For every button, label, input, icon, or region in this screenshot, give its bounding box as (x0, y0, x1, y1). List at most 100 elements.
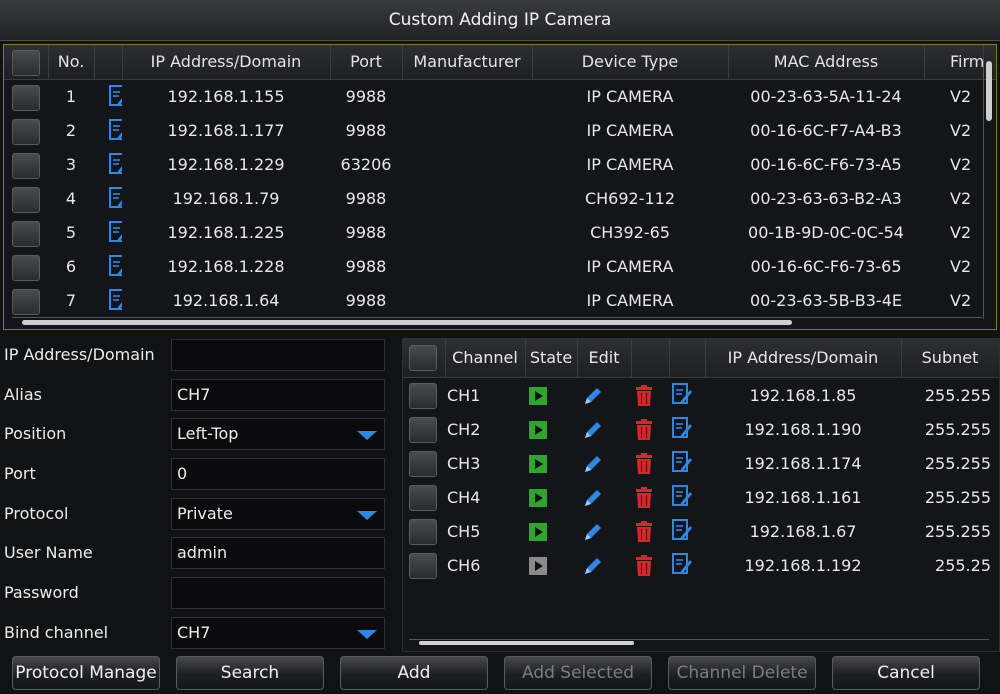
hscroll-thumb[interactable] (22, 320, 792, 325)
edit-note-icon[interactable] (671, 484, 693, 508)
device-row[interactable]: 6 192.168.1.228 9988 IP CAMERA 00-16-6C-F6-7… (4, 250, 996, 284)
device-table-hscroll[interactable] (12, 317, 982, 326)
device-row[interactable]: 3 192.168.1.229 63206 IP CAMERA 00-16-6C-F6-… (4, 148, 996, 182)
trash-icon[interactable] (635, 419, 653, 441)
row-checkbox[interactable] (12, 187, 40, 213)
row-device-type: IP CAMERA (586, 155, 674, 174)
channel-row-checkbox[interactable] (409, 383, 437, 409)
channel-header-edit[interactable]: Edit (577, 339, 632, 377)
row-checkbox[interactable] (12, 119, 40, 145)
pencil-icon[interactable] (582, 555, 604, 577)
channel-edit-cell (577, 549, 631, 583)
chevron-down-icon[interactable] (354, 425, 380, 445)
play-icon[interactable] (529, 421, 547, 439)
edit-note-icon[interactable] (108, 254, 122, 278)
pencil-icon[interactable] (582, 487, 604, 509)
port-input[interactable]: 0 (171, 458, 385, 490)
channel-table-hscroll[interactable] (409, 639, 989, 646)
channel-row[interactable]: CH6 192.168.1.192 255.25 (403, 549, 999, 583)
header-port[interactable]: Port (330, 45, 403, 79)
header-manufacturer[interactable]: Manufacturer (402, 45, 533, 79)
pencil-icon[interactable] (582, 385, 604, 407)
trash-icon[interactable] (635, 385, 653, 407)
edit-note-icon[interactable] (671, 382, 693, 406)
edit-note-icon[interactable] (108, 186, 122, 210)
header-no[interactable]: No. (48, 45, 95, 79)
edit-note-icon[interactable] (108, 84, 122, 108)
play-icon[interactable] (529, 455, 547, 473)
channel-row[interactable]: CH3 192.168.1.174 255.255 (403, 447, 999, 481)
channel-delete-button[interactable]: Channel Delete (668, 656, 816, 690)
channel-row[interactable]: CH2 192.168.1.190 255.255 (403, 413, 999, 447)
trash-icon[interactable] (635, 555, 653, 577)
edit-note-icon[interactable] (671, 416, 693, 440)
channel-row[interactable]: CH4 192.168.1.161 255.255 (403, 481, 999, 515)
pencil-icon[interactable] (582, 419, 604, 441)
trash-icon[interactable] (635, 453, 653, 475)
chevron-down-icon[interactable] (354, 505, 380, 525)
edit-note-icon[interactable] (108, 152, 122, 176)
channel-row[interactable]: CH1 192.168.1.85 255.255 (403, 379, 999, 413)
window-title-bar: Custom Adding IP Camera (0, 0, 1000, 41)
channel-select-all-checkbox[interactable] (409, 345, 437, 371)
channel-row-checkbox[interactable] (409, 417, 437, 443)
ip-input[interactable] (171, 339, 385, 371)
header-device-type[interactable]: Device Type (532, 45, 729, 79)
protocol-manage-button[interactable]: Protocol Manage (12, 656, 160, 690)
channel-header-state[interactable]: State (525, 339, 578, 377)
row-manufacturer (402, 80, 532, 114)
edit-note-icon[interactable] (671, 450, 693, 474)
edit-note-icon[interactable] (671, 552, 693, 576)
select-all-checkbox[interactable] (12, 50, 40, 76)
header-firmware[interactable]: Firm (924, 45, 984, 79)
add-selected-button[interactable]: Add Selected (504, 656, 652, 690)
row-checkbox[interactable] (12, 153, 40, 179)
trash-icon[interactable] (635, 521, 653, 543)
channel-row[interactable]: CH5 192.168.1.67 255.255 (403, 515, 999, 549)
channel-row-checkbox[interactable] (409, 451, 437, 477)
trash-icon[interactable] (635, 487, 653, 509)
play-icon[interactable] (529, 523, 547, 541)
device-row[interactable]: 4 192.168.1.79 9988 CH692-112 00-23-63-63-B2… (4, 182, 996, 216)
header-ip[interactable]: IP Address/Domain (122, 45, 331, 79)
device-row[interactable]: 5 192.168.1.225 9988 CH392-65 00-1B-9D-0C-0C… (4, 216, 996, 250)
row-checkbox[interactable] (12, 85, 40, 111)
pencil-icon[interactable] (582, 453, 604, 475)
channel-row-checkbox[interactable] (409, 553, 437, 579)
search-button[interactable]: Search (176, 656, 324, 690)
channel-row-checkbox[interactable] (409, 485, 437, 511)
edit-note-icon[interactable] (108, 118, 122, 142)
password-input[interactable] (171, 577, 385, 609)
device-row[interactable]: 7 192.168.1.64 9988 IP CAMERA 00-23-63-5B-B3… (4, 284, 996, 318)
play-icon[interactable] (529, 557, 547, 575)
pencil-icon[interactable] (582, 521, 604, 543)
channel-row-checkbox[interactable] (409, 519, 437, 545)
channel-subnet: 255.255 (924, 420, 991, 439)
alias-input[interactable]: CH7 (171, 379, 385, 411)
channel-header-subnet[interactable]: Subnet (901, 339, 999, 377)
channel-hscroll-thumb[interactable] (419, 641, 634, 645)
device-row[interactable]: 2 192.168.1.177 9988 IP CAMERA 00-16-6C-F7-A… (4, 114, 996, 148)
bind-channel-select[interactable]: CH7 (171, 617, 385, 649)
row-checkbox[interactable] (12, 289, 40, 315)
channel-header-channel[interactable]: Channel (445, 339, 526, 377)
position-select[interactable]: Left-Top (171, 418, 385, 450)
chevron-down-icon[interactable] (354, 624, 380, 644)
play-icon[interactable] (529, 489, 547, 507)
add-button[interactable]: Add (340, 656, 488, 690)
header-mac[interactable]: MAC Address (728, 45, 925, 79)
play-icon[interactable] (529, 387, 547, 405)
username-input[interactable]: admin (171, 537, 385, 569)
password-label: Password (4, 583, 79, 602)
edit-note-icon[interactable] (108, 288, 122, 312)
protocol-select[interactable]: Private (171, 498, 385, 530)
cancel-button[interactable]: Cancel (832, 656, 980, 690)
row-checkbox[interactable] (12, 255, 40, 281)
device-table-vscroll[interactable] (983, 59, 994, 319)
edit-note-icon[interactable] (671, 518, 693, 542)
row-checkbox[interactable] (12, 221, 40, 247)
vscroll-thumb[interactable] (986, 61, 992, 121)
channel-header-ip[interactable]: IP Address/Domain (705, 339, 902, 377)
edit-note-icon[interactable] (108, 220, 122, 244)
device-row[interactable]: 1 192.168.1.155 9988 IP CAMERA 00-23-63-5A-1… (4, 80, 996, 114)
